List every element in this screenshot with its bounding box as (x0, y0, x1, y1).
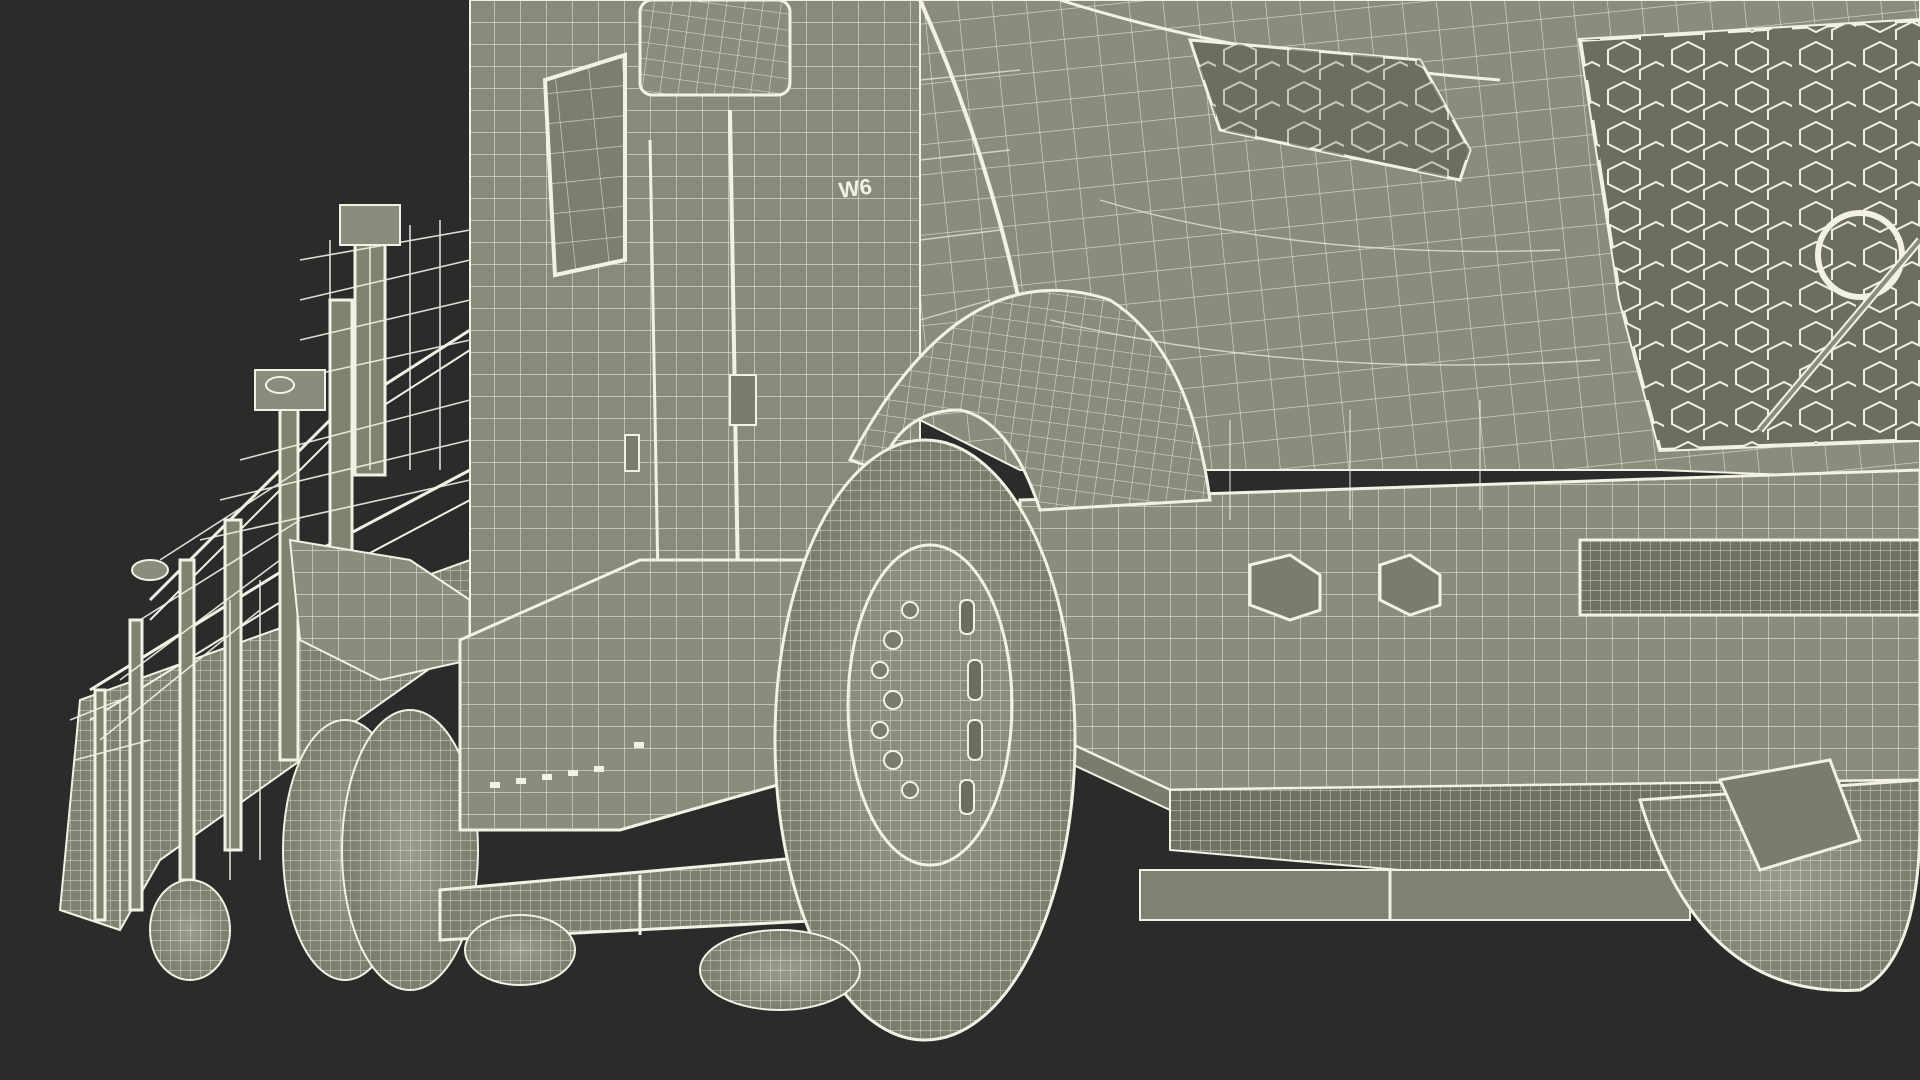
front-bumper (1018, 468, 1920, 812)
cab-model-badge: W6 (837, 174, 873, 203)
wireframe-render-viewport: W6 (0, 0, 1920, 1080)
door-handle (729, 374, 757, 426)
truck-wireframe-render: W6 (58, 0, 1920, 1042)
